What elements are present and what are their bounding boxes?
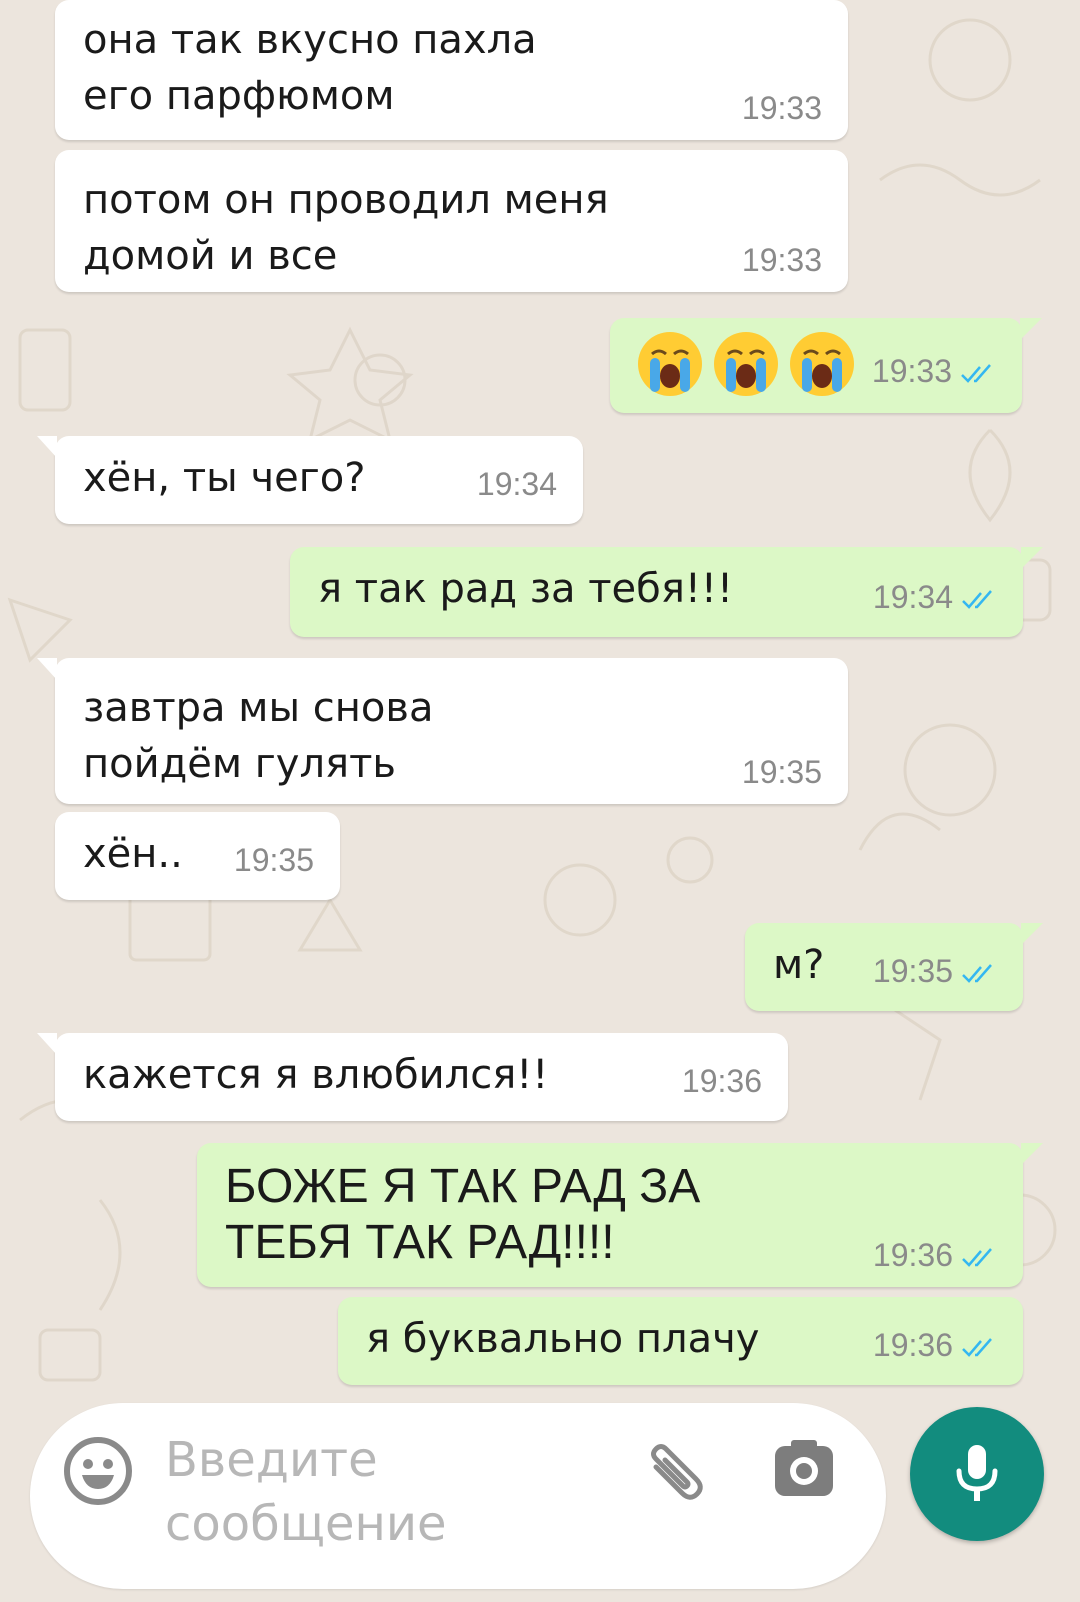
message-text: потом он проводил меня домой и все xyxy=(83,177,609,279)
message-time: 19:36 xyxy=(872,1237,953,1273)
message-meta: 19:36 xyxy=(873,1235,997,1275)
crying-emoji-group xyxy=(636,330,856,398)
message-time: 19:34 xyxy=(872,579,953,615)
message-time: 19:33 xyxy=(871,353,952,389)
double-check-icon xyxy=(962,963,992,983)
message-text: кажется я влюбился!! xyxy=(83,1052,549,1098)
crying-face-icon xyxy=(790,332,854,396)
message-time: 19:35 xyxy=(233,842,314,878)
microphone-icon xyxy=(956,1445,998,1501)
message-time: 19:36 xyxy=(681,1063,762,1099)
message-text: м? xyxy=(773,942,825,988)
message-text: БОЖЕ Я ТАК РАД ЗА ТЕБЯ ТАК РАД!!!! xyxy=(225,1160,701,1269)
smiley-icon[interactable] xyxy=(60,1433,136,1509)
message-time: 19:35 xyxy=(872,953,953,989)
message-incoming[interactable]: кажется я влюбился!! 19:36 xyxy=(37,1033,788,1121)
message-text: она так вкусно пахла его парфюмом xyxy=(83,17,537,119)
message-input[interactable]: Введите сообщение xyxy=(165,1428,605,1556)
crying-face-icon xyxy=(638,332,702,396)
message-outgoing[interactable]: я буквально плачу 19:36 xyxy=(338,1297,1023,1385)
message-text: я так рад за тебя!!! xyxy=(318,566,733,612)
microphone-button[interactable] xyxy=(910,1407,1044,1541)
message-incoming[interactable]: хён, ты чего? 19:34 xyxy=(37,436,583,524)
message-time: 19:35 xyxy=(741,754,822,790)
message-outgoing[interactable]: я так рад за тебя!!! 19:34 xyxy=(290,547,1043,637)
message-composer[interactable]: Введите сообщение xyxy=(30,1403,886,1589)
message-incoming[interactable]: потом он проводил меня домой и все 19:33 xyxy=(55,150,848,292)
double-check-icon xyxy=(962,1247,992,1267)
message-meta: 19:35 xyxy=(873,951,997,991)
message-meta: 19:36 xyxy=(873,1325,997,1365)
message-time: 19:36 xyxy=(872,1327,953,1363)
double-check-icon xyxy=(962,1337,992,1357)
double-check-icon xyxy=(961,363,991,383)
message-text: завтра мы снова пойдём гулять xyxy=(83,685,434,787)
message-incoming[interactable]: она так вкусно пахла его парфюмом 19:33 xyxy=(55,0,848,140)
message-time: 19:33 xyxy=(741,90,822,126)
message-outgoing[interactable]: м? 19:35 xyxy=(745,923,1043,1011)
crying-face-icon xyxy=(714,332,778,396)
message-text: хён, ты чего? xyxy=(83,455,366,501)
paperclip-icon[interactable] xyxy=(634,1433,714,1513)
message-meta: 19:33 xyxy=(872,351,996,391)
message-time: 19:33 xyxy=(741,242,822,278)
double-check-icon xyxy=(962,589,992,609)
message-incoming[interactable]: завтра мы снова пойдём гулять 19:35 xyxy=(37,658,848,804)
message-text: я буквально плачу xyxy=(366,1316,760,1362)
message-outgoing[interactable]: 19:33 xyxy=(610,318,1042,413)
message-text: хён.. xyxy=(83,831,183,877)
message-outgoing[interactable]: БОЖЕ Я ТАК РАД ЗА ТЕБЯ ТАК РАД!!!! 19:36 xyxy=(197,1143,1043,1287)
camera-icon[interactable] xyxy=(764,1429,844,1509)
message-meta: 19:34 xyxy=(873,577,997,617)
message-incoming[interactable]: хён.. 19:35 xyxy=(55,812,340,900)
message-time: 19:34 xyxy=(476,466,557,502)
